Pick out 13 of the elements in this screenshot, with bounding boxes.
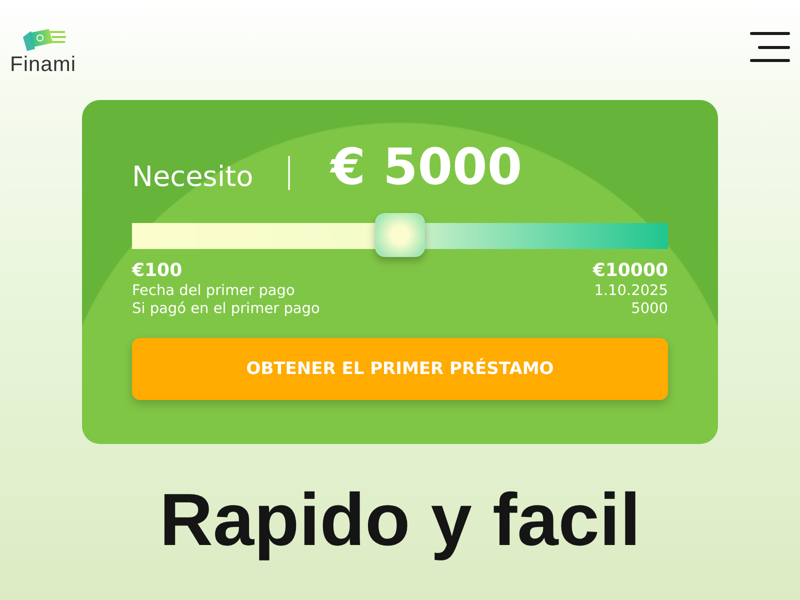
amount-value: € 5000 bbox=[330, 138, 522, 196]
menu-icon[interactable] bbox=[750, 32, 790, 62]
detail-label: Fecha del primer pago bbox=[132, 282, 295, 300]
detail-value: 1.10.2025 bbox=[594, 282, 668, 300]
headline: Rapido y facil bbox=[159, 477, 641, 563]
separator-text: | bbox=[283, 151, 295, 191]
detail-value: 5000 bbox=[631, 300, 668, 318]
slider-thumb[interactable] bbox=[375, 213, 425, 257]
detail-label: Si pagó en el primer pago bbox=[132, 300, 320, 318]
min-amount: €100 bbox=[132, 260, 182, 282]
max-amount: €10000 bbox=[592, 260, 668, 282]
logo-text[interactable]: Finami bbox=[10, 53, 76, 77]
need-label: Necesito bbox=[132, 160, 254, 192]
